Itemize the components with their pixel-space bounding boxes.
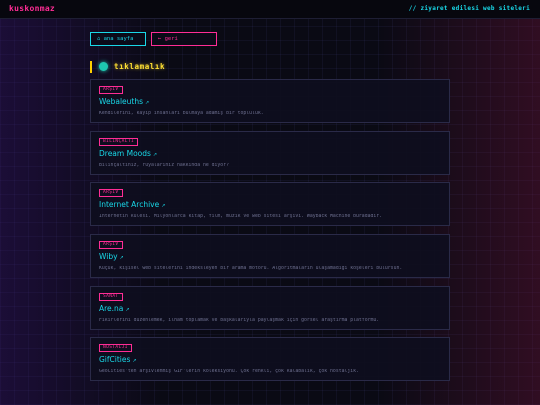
brand-logo[interactable]: kuskonmaz bbox=[9, 4, 55, 13]
site-description: Kendilerini, kayıp insanları bulmaya ada… bbox=[99, 111, 264, 116]
external-link-icon: ↗ bbox=[161, 203, 166, 209]
site-card-webaleuths[interactable]: ARŞİV Webaleuths ↗ Kendilerini, kayıp ins… bbox=[90, 79, 450, 123]
site-link[interactable]: Internet Archive ↗ bbox=[99, 200, 165, 209]
external-link-icon: ↗ bbox=[125, 307, 130, 313]
external-link-icon: ↗ bbox=[152, 152, 158, 158]
site-link[interactable]: Are.na ↗ bbox=[99, 304, 130, 313]
site-card-internet-archive[interactable]: ARŞİV Internet Archive ↗ İnternetin kules… bbox=[90, 182, 450, 226]
external-link-icon: ↗ bbox=[145, 100, 150, 106]
site-description: İnternetin kulesi. Milyonlarca kitap, fi… bbox=[99, 214, 383, 219]
category-tag: ARŞİV bbox=[99, 86, 123, 94]
category-tag: NOSTALJİ bbox=[99, 344, 132, 352]
site-link[interactable]: GifCities ↗ bbox=[99, 355, 137, 364]
site-link[interactable]: Wiby ↗ bbox=[99, 252, 124, 261]
category-tag: BİLİNÇALTI bbox=[99, 138, 139, 146]
header-tagline: // ziyaret edilesi web siteleri bbox=[408, 5, 530, 12]
category-tag: ARŞİV bbox=[99, 241, 123, 249]
category-tag: SANAT bbox=[99, 293, 123, 301]
site-description: Bilinçaltınız, rüyalarınız hakkında ne d… bbox=[99, 163, 229, 168]
category-tag: ARŞİV bbox=[99, 189, 123, 197]
external-link-icon: ↗ bbox=[132, 358, 137, 364]
site-description: Fikirlerini düzenlemek, ilham toplamak v… bbox=[99, 318, 380, 323]
section-header: tıklamalık bbox=[90, 61, 165, 73]
site-card-dream-moods[interactable]: BİLİNÇALTI Dream Moods ↗ Bilinçaltınız, r… bbox=[90, 131, 450, 175]
site-card-wiby[interactable]: ARŞİV Wiby ↗ Küçük, kişisel web sitelerin… bbox=[90, 234, 450, 278]
top-bar: kuskonmaz // ziyaret edilesi web siteler… bbox=[0, 0, 540, 19]
section-title: tıklamalık bbox=[114, 62, 166, 71]
site-description: Küçük, kişisel web sitelerini indeksleye… bbox=[99, 266, 403, 271]
external-link-icon: ↗ bbox=[119, 255, 124, 261]
site-link[interactable]: Dream Moods ↗ bbox=[99, 149, 157, 158]
section-dot-icon bbox=[99, 62, 108, 71]
site-link[interactable]: Webaleuths ↗ bbox=[99, 97, 149, 106]
site-card-gifcities[interactable]: NOSTALJİ GifCities ↗ GeoCities'ten arşivl… bbox=[90, 337, 450, 381]
site-card-are-na[interactable]: SANAT Are.na ↗ Fikirlerini düzenlemek, il… bbox=[90, 286, 450, 330]
site-description: GeoCities'ten arşivlenmiş GIF'lerin kole… bbox=[99, 369, 359, 374]
home-button[interactable]: ⌂ ana sayfa bbox=[90, 32, 146, 46]
back-button[interactable]: ← geri bbox=[151, 32, 217, 46]
